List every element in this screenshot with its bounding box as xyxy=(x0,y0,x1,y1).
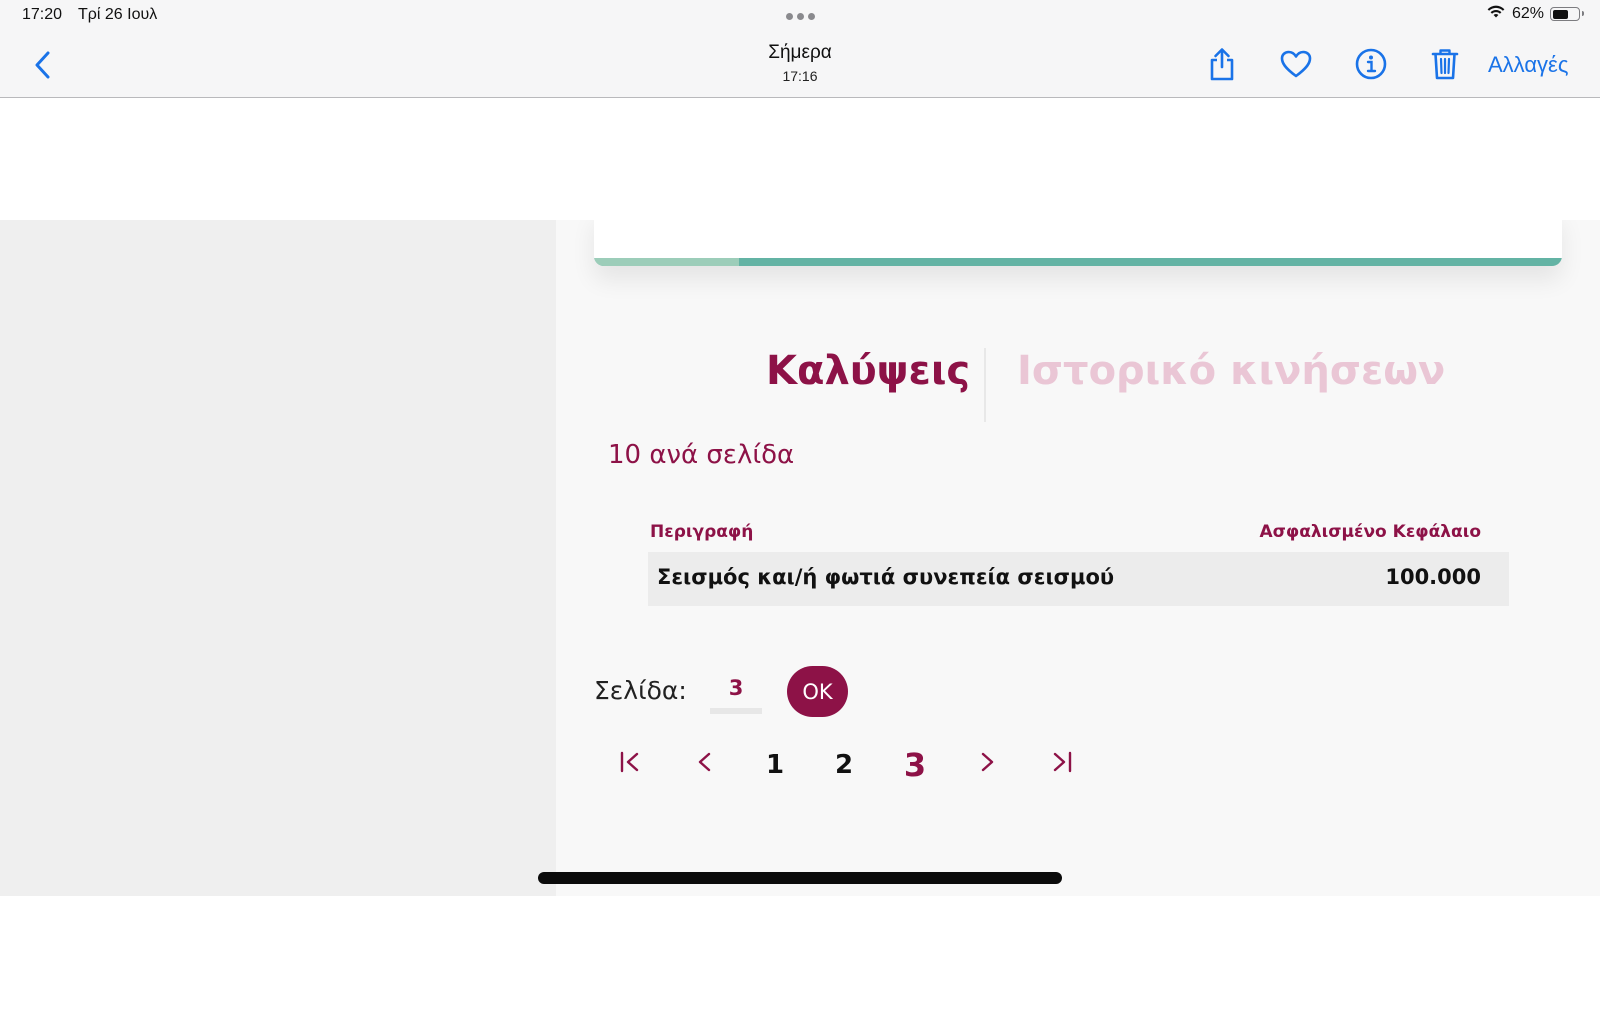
ok-button[interactable]: OK xyxy=(787,666,848,717)
status-right-group: 62% xyxy=(1486,4,1584,24)
page-label: Σελίδα: xyxy=(594,676,687,705)
table-row: Σεισμός και/ή φωτιά συνεπεία σεισμού 100… xyxy=(648,552,1509,606)
previous-page-icon xyxy=(698,752,711,772)
battery-icon xyxy=(1550,7,1584,21)
favorite-button[interactable] xyxy=(1278,46,1314,82)
table-cell-insured-capital: 100.000 xyxy=(1385,565,1481,589)
info-card xyxy=(594,220,1562,266)
last-page-icon xyxy=(1053,751,1072,773)
navigation-bar: 17:20 Τρί 26 Ιουλ 62% Σήμερα 17:16 Αλλαγ… xyxy=(0,0,1600,98)
last-page-button[interactable] xyxy=(1044,750,1080,780)
heart-icon xyxy=(1280,50,1312,78)
card-progress-segment xyxy=(594,258,740,266)
share-icon xyxy=(1210,48,1234,81)
info-button[interactable] xyxy=(1353,46,1389,82)
home-indicator[interactable] xyxy=(538,872,1062,884)
page-1-button[interactable]: 1 xyxy=(757,750,793,780)
share-button[interactable] xyxy=(1204,46,1240,82)
status-time: 17:20 xyxy=(22,6,63,23)
card-progress-bar xyxy=(594,258,1562,266)
edit-button[interactable]: Αλλαγές xyxy=(1488,52,1568,78)
coverages-table: Περιγραφή Ασφαλισμένο Κεφάλαιο Σεισμός κ… xyxy=(648,510,1509,606)
page-number-input[interactable] xyxy=(710,668,762,714)
next-page-icon xyxy=(981,752,994,772)
delete-button[interactable] xyxy=(1427,46,1463,82)
back-chevron-icon xyxy=(35,51,50,79)
wifi-icon xyxy=(1486,4,1506,24)
trash-icon xyxy=(1431,49,1459,80)
table-header: Περιγραφή Ασφαλισμένο Κεφάλαιο xyxy=(648,510,1509,552)
first-page-button[interactable] xyxy=(612,750,648,780)
tab-divider xyxy=(984,348,986,422)
column-header-description: Περιγραφή xyxy=(650,522,754,542)
back-button[interactable] xyxy=(30,48,56,82)
status-date: Τρί 26 Ιουλ xyxy=(78,6,158,23)
table-cell-description: Σεισμός και/ή φωτιά συνεπεία σεισμού xyxy=(657,565,1115,589)
page-2-button[interactable]: 2 xyxy=(826,750,862,780)
photo-left-panel xyxy=(0,220,556,896)
battery-percentage: 62% xyxy=(1511,5,1544,22)
nav-subtitle: 17:16 xyxy=(782,68,818,84)
column-header-insured-capital: Ασφαλισμένο Κεφάλαιο xyxy=(1259,522,1482,542)
photo-content: Καλύψεις Ιστορικό κινήσεων 10 ανά σελίδα… xyxy=(0,220,1600,896)
previous-page-button[interactable] xyxy=(686,750,722,780)
per-page-selector[interactable]: 10 ανά σελίδα xyxy=(608,440,794,470)
next-page-button[interactable] xyxy=(970,750,1006,780)
nav-title: Σήμερα xyxy=(768,42,832,63)
info-icon xyxy=(1355,48,1387,80)
tab-coverages[interactable]: Καλύψεις xyxy=(766,348,970,394)
page-3-button-current[interactable]: 3 xyxy=(897,746,933,784)
multitasking-dots-icon[interactable] xyxy=(786,13,815,20)
tab-transaction-history[interactable]: Ιστορικό κινήσεων xyxy=(1017,348,1445,394)
first-page-icon xyxy=(620,751,639,773)
